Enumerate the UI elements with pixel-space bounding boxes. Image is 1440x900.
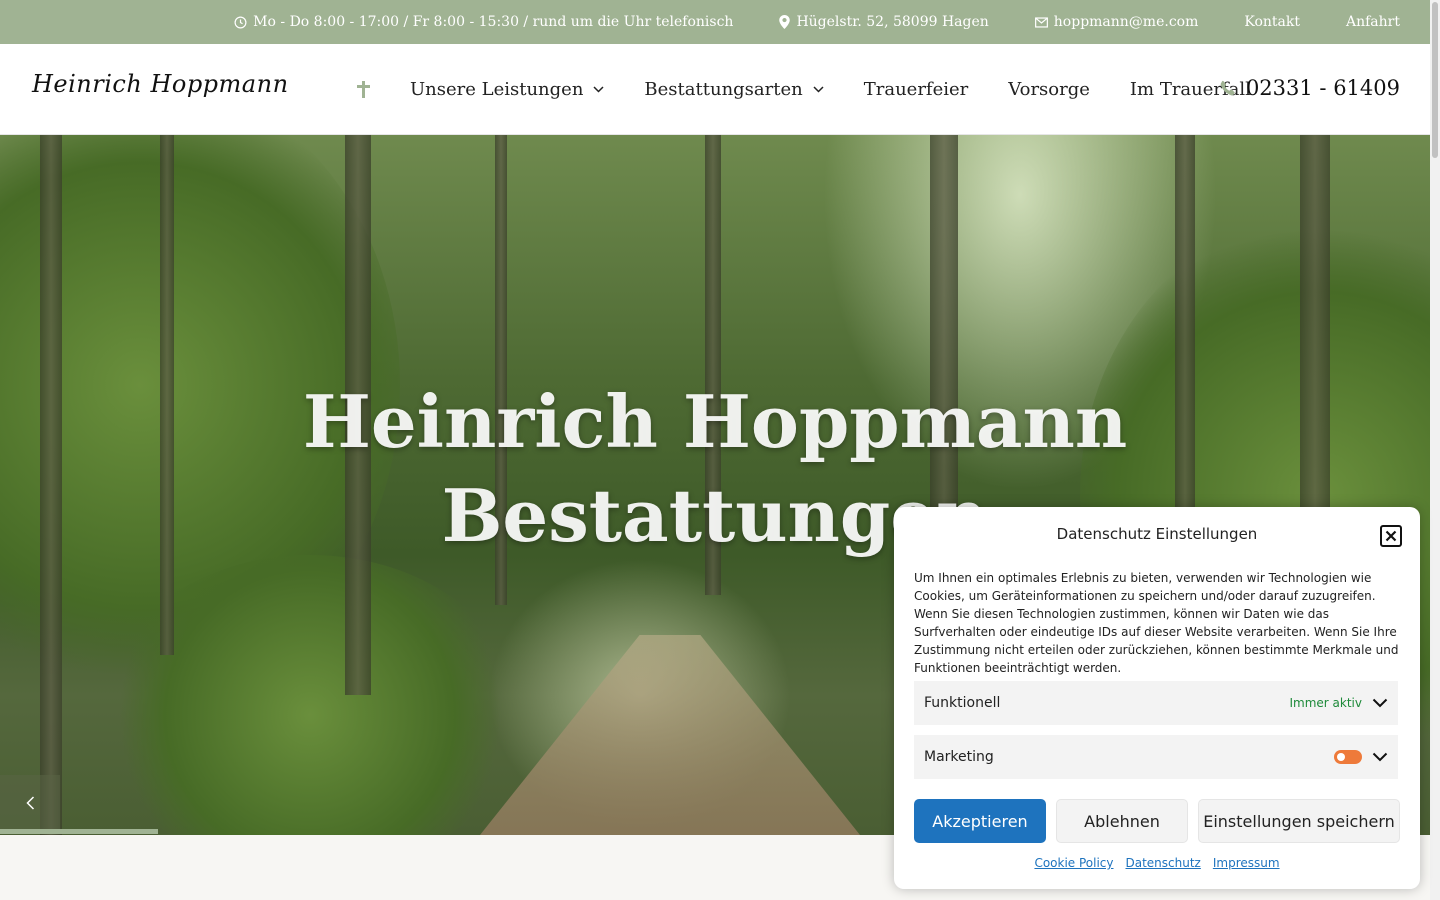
deny-button[interactable]: Ablehnen [1056,799,1188,843]
page-scrollbar[interactable] [1430,0,1440,900]
opening-hours: Mo - Do 8:00 - 17:00 / Fr 8:00 - 15:30 /… [234,14,733,30]
slider-prev-button[interactable] [0,775,60,831]
category-marketing[interactable]: Marketing [914,735,1398,779]
chevron-down-icon[interactable] [1372,698,1388,708]
address[interactable]: Hügelstr. 52, 58099 Hagen [779,14,989,30]
cookie-consent-dialog: Datenschutz Einstellungen Um Ihnen ein o… [894,507,1420,889]
anfahrt-link[interactable]: Anfahrt [1346,14,1400,30]
logo[interactable]: Heinrich Hoppmann [32,70,289,98]
nav-unsere-leistungen[interactable]: Unsere Leistungen [410,79,604,100]
category-funktionell[interactable]: Funktionell Immer aktiv [914,681,1398,725]
email-link[interactable]: hoppmann@me.com [1034,14,1199,30]
impressum-link[interactable]: Impressum [1213,856,1280,870]
opening-hours-text: Mo - Do 8:00 - 17:00 / Fr 8:00 - 15:30 /… [253,14,734,30]
scrollbar-thumb[interactable] [1432,2,1438,158]
nav-trauerfeier[interactable]: Trauerfeier [864,79,969,100]
email-text: hoppmann@me.com [1053,14,1199,30]
accept-button[interactable]: Akzeptieren [914,799,1046,843]
phone-icon [1220,80,1235,96]
nav-vorsorge[interactable]: Vorsorge [1008,79,1090,100]
hero-title-line-1: Heinrich Hoppmann [302,379,1128,464]
address-text: Hügelstr. 52, 58099 Hagen [796,14,989,30]
cookie-dialog-title: Datenschutz Einstellungen [1056,525,1258,543]
category-label: Marketing [924,749,994,765]
close-button[interactable] [1380,525,1402,547]
marketing-toggle[interactable] [1334,750,1362,764]
chevron-down-icon [593,86,604,93]
phone-number: 02331 - 61409 [1245,76,1400,100]
top-bar: Mo - Do 8:00 - 17:00 / Fr 8:00 - 15:30 /… [0,0,1430,44]
nav-bestattungsarten[interactable]: Bestattungsarten [644,79,824,100]
site-header: Heinrich Hoppmann Unsere Leistungen Best… [0,44,1430,135]
slider-progress-bar [0,829,158,834]
chevron-left-icon [25,796,34,810]
cookie-policy-link[interactable]: Cookie Policy [1034,856,1113,870]
cookie-description: Um Ihnen ein optimales Erlebnis zu biete… [914,571,1399,675]
clock-icon [234,16,247,28]
datenschutz-link[interactable]: Datenschutz [1126,856,1201,870]
cookie-links: Cookie Policy Datenschutz Impressum [894,856,1420,870]
chevron-down-icon[interactable] [1372,752,1388,762]
chevron-down-icon [813,86,824,93]
phone-link[interactable]: 02331 - 61409 [1220,76,1400,100]
map-pin-icon [779,15,791,29]
cross-icon [357,81,370,98]
main-nav: Unsere Leistungen Bestattungsarten Traue… [410,44,1291,135]
forest-path [480,635,860,835]
always-active-label: Immer aktiv [1289,696,1363,710]
mail-icon [1034,16,1048,28]
kontakt-link[interactable]: Kontakt [1244,14,1300,30]
category-label: Funktionell [924,695,1001,711]
close-icon [1385,530,1397,542]
save-preferences-button[interactable]: Einstellungen speichern [1198,799,1400,843]
